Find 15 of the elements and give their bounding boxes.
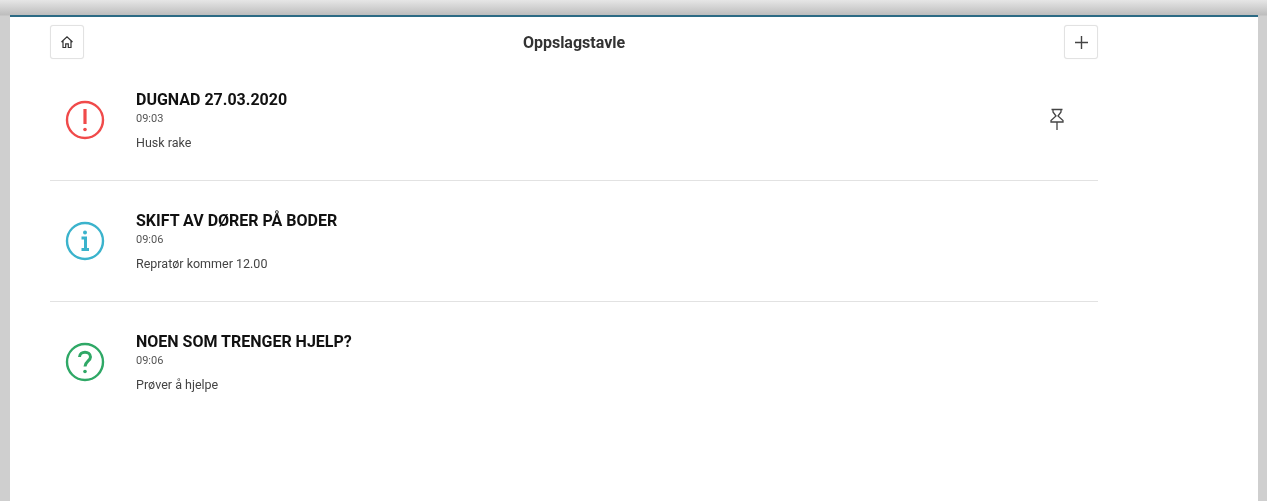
add-button[interactable] xyxy=(1064,25,1098,59)
post-body: Prøver å hjelpe xyxy=(136,377,219,392)
post-body: Repratør kommer 12.00 xyxy=(136,256,268,271)
post-time: 09:06 xyxy=(136,354,164,367)
home-button[interactable] xyxy=(50,25,84,59)
page-title: Oppslagstavle xyxy=(522,32,626,52)
home-icon xyxy=(60,35,74,49)
post-title: SKIFT AV DØRER PÅ BODER xyxy=(136,211,338,230)
post-time: 09:03 xyxy=(136,112,164,125)
pin-icon[interactable] xyxy=(1048,108,1066,132)
post-time: 09:06 xyxy=(136,233,164,246)
post-title: DUGNAD 27.03.2020 xyxy=(136,90,288,109)
plus-icon xyxy=(1073,34,1089,50)
post-title: NOEN SOM TRENGER HJELP? xyxy=(136,332,352,351)
post-body: Husk rake xyxy=(136,135,192,150)
